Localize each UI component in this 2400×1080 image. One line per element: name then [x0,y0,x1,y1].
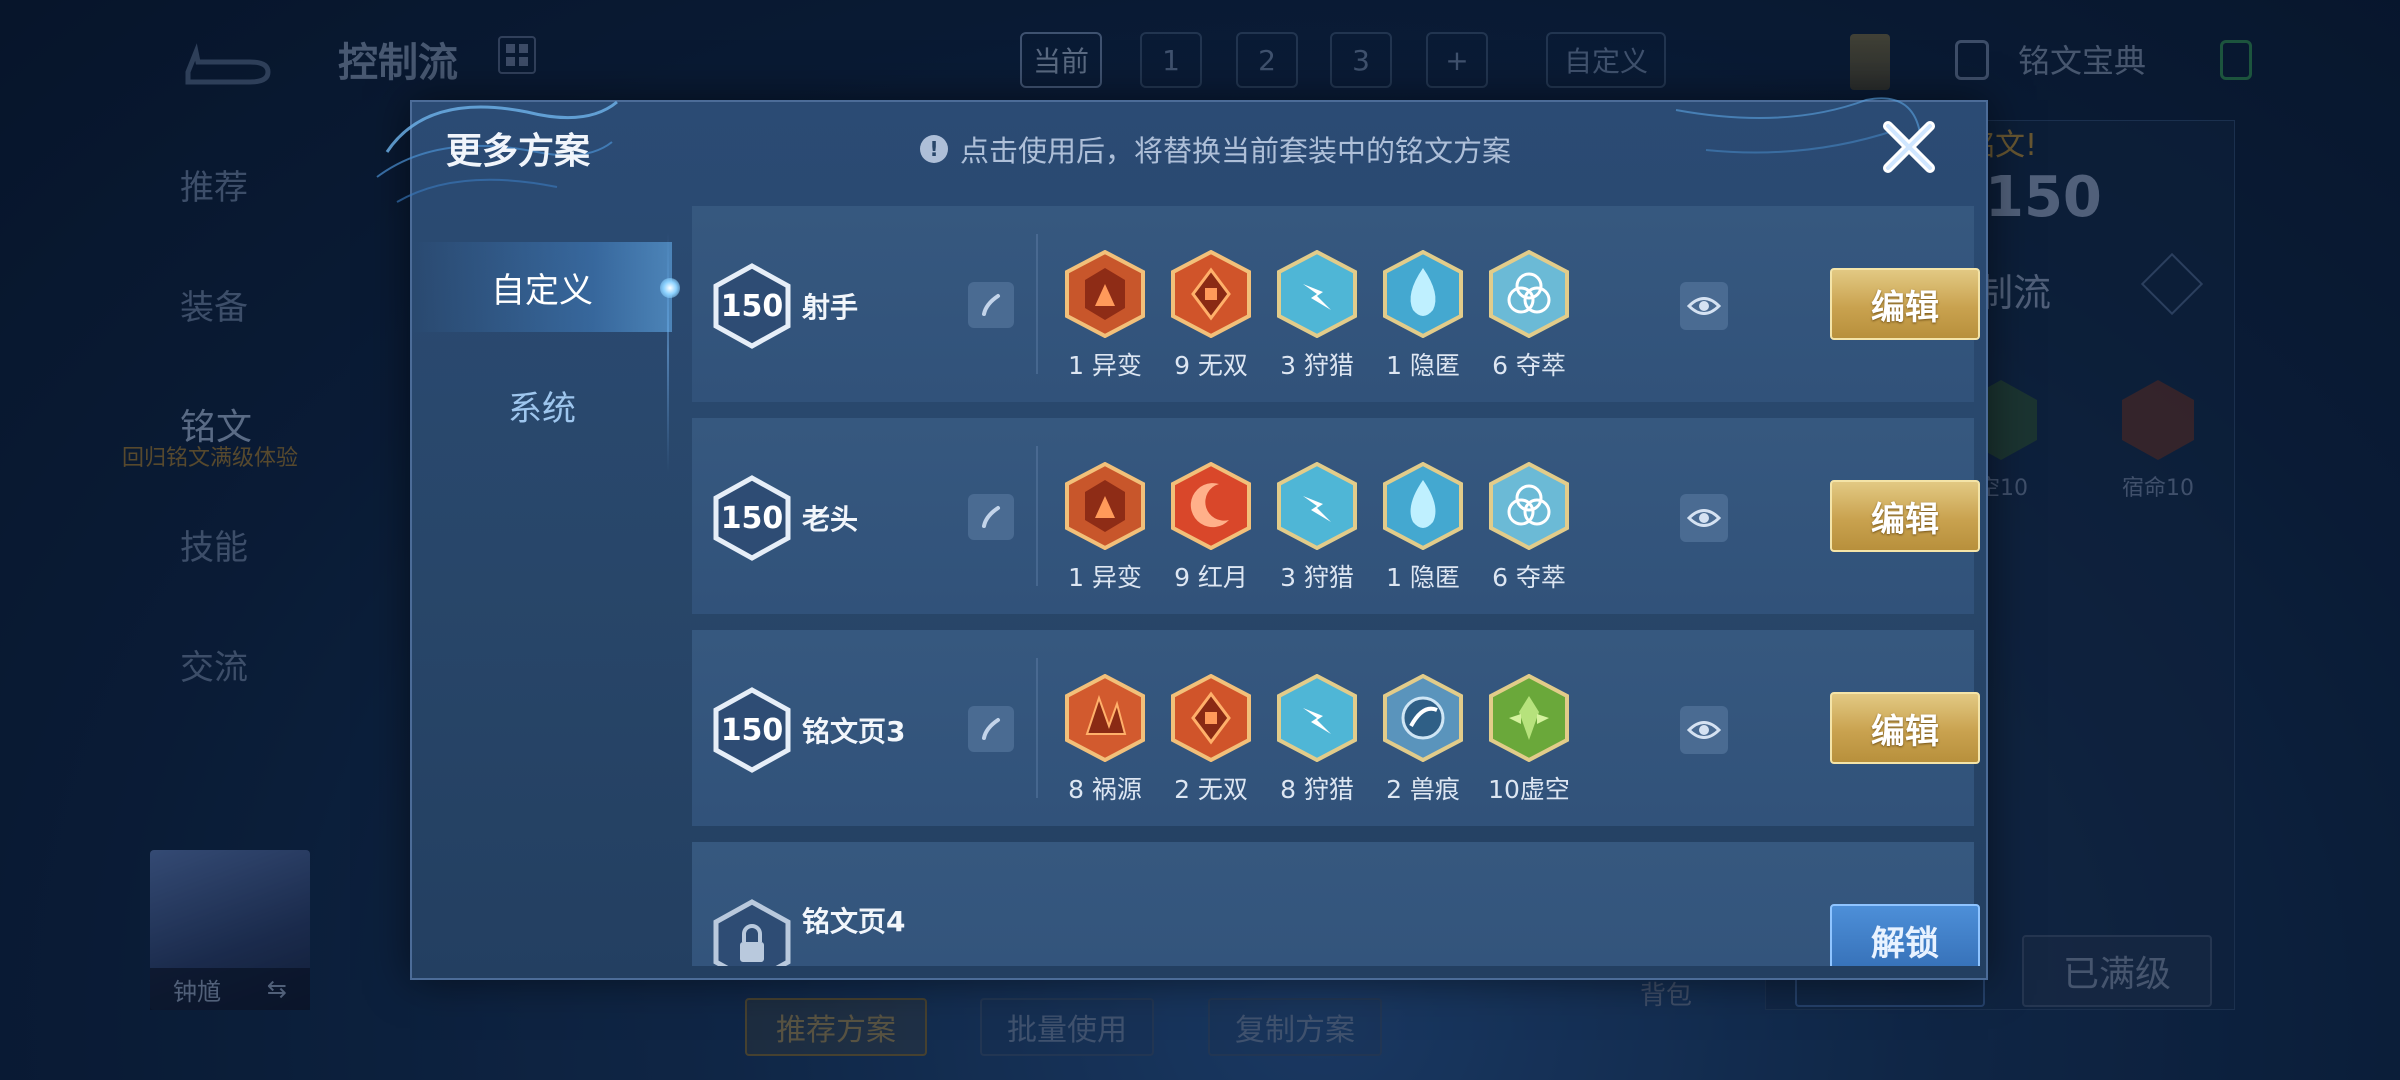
rune-slot[interactable]: 8 祸源 [1060,674,1150,806]
notice-text: 点击使用后，将替换当前套装中的铭文方案 [960,134,1512,168]
modal-title: 更多方案 [446,131,591,172]
page-name: 老头 [802,503,859,536]
rune-slot[interactable]: 3 狩猎 [1272,250,1362,382]
level-text: 150 [720,288,784,324]
rune-label: 1 隐匿 [1386,563,1460,592]
lock-icon [713,899,791,966]
rename-button[interactable] [968,282,1014,328]
rune-label: 3 狩猎 [1280,563,1354,592]
rune-label: 1 隐匿 [1386,351,1460,380]
unlock-button[interactable]: 解锁 [1830,904,1980,966]
rune-label: 6 夺萃 [1492,351,1566,380]
rune-blue-yinni-icon [1383,462,1463,550]
level-text: 150 [720,712,784,748]
rune-page-row[interactable]: 150 铭文页3 8 祸源 2 无双 8 狩猎 2 兽痕 10虚空 编辑 [692,630,1980,826]
rune-slot[interactable]: 1 隐匿 [1378,462,1468,594]
edit-button[interactable]: 编辑 [1830,268,1980,340]
tab-custom-pages[interactable]: 自定义 [412,242,672,332]
rune-slot[interactable]: 9 红月 [1166,462,1256,594]
rune-slot[interactable]: 1 隐匿 [1378,250,1468,382]
rune-label: 9 红月 [1174,563,1248,592]
rune-blue-shoulie-icon [1277,674,1357,762]
active-tab-indicator [660,278,680,298]
rune-page-row[interactable]: 150 射手 1 异变 9 无双 3 狩猎 1 隐匿 6 夺萃 编辑 [692,206,1980,402]
pencil-icon [982,294,1000,316]
rune-blue-shoulie-icon [1277,250,1357,338]
preview-button[interactable] [1680,282,1728,330]
rune-red-yibian-icon [1065,462,1145,550]
rune-slot[interactable]: 2 无双 [1166,674,1256,806]
eye-icon [1687,721,1721,739]
preview-button[interactable] [1680,494,1728,542]
close-button[interactable] [1878,116,1940,178]
edit-button[interactable]: 编辑 [1830,480,1980,552]
rune-label: 2 兽痕 [1386,775,1460,804]
rune-blue-duocui-icon [1489,462,1569,550]
rune-label: 1 异变 [1068,563,1142,592]
modal-notice: ! 点击使用后，将替换当前套装中的铭文方案 [920,128,1511,170]
page-name: 铭文页4 [802,905,906,938]
rune-blue-yinni-icon [1383,250,1463,338]
pencil-icon [982,718,1000,740]
level-badge: 150 [712,262,792,350]
rune-label: 2 无双 [1174,775,1248,804]
rune-slot[interactable]: 2 兽痕 [1378,674,1468,806]
row-divider [1036,234,1038,374]
rune-slot[interactable]: 6 夺萃 [1484,462,1574,594]
rename-button[interactable] [968,706,1014,752]
row-divider [1036,446,1038,586]
rune-slot[interactable]: 1 异变 [1060,250,1150,382]
rune-page-row-locked[interactable]: 铭文页4 解锁 [692,842,1980,966]
close-icon [1883,121,1935,173]
rune-slot[interactable]: 3 狩猎 [1272,462,1362,594]
rune-label: 9 无双 [1174,351,1248,380]
rune-page-row[interactable]: 150 老头 1 异变 9 红月 3 狩猎 1 隐匿 6 夺萃 编辑 [692,418,1980,614]
rune-red-wushuang-icon [1171,250,1251,338]
rune-page-list[interactable]: 150 射手 1 异变 9 无双 3 狩猎 1 隐匿 6 夺萃 编辑 150 老… [680,206,1980,966]
rune-label: 8 狩猎 [1280,775,1354,804]
eye-icon [1687,509,1721,527]
rune-blue-shouhen-icon [1383,674,1463,762]
rune-label: 6 夺萃 [1492,563,1566,592]
row-divider [1036,658,1038,798]
eye-icon [1687,297,1721,315]
page-name: 射手 [802,291,859,324]
rune-label: 1 异变 [1068,351,1142,380]
more-schemes-modal: 更多方案 ! 点击使用后，将替换当前套装中的铭文方案 自定义 系统 150 射手 [376,97,1988,980]
rune-slot[interactable]: 6 夺萃 [1484,250,1574,382]
rune-blue-shoulie-icon [1277,462,1357,550]
page-name: 铭文页3 [802,715,906,748]
level-badge: 150 [712,474,792,562]
lock-badge [712,898,792,966]
rune-label: 3 狩猎 [1280,351,1354,380]
edit-button[interactable]: 编辑 [1830,692,1980,764]
rune-red-huoyuan-icon [1065,674,1145,762]
rune-green-xukong-icon [1489,674,1569,762]
level-text: 150 [720,500,784,536]
rune-slot[interactable]: 8 狩猎 [1272,674,1362,806]
rune-red-yibian-icon [1065,250,1145,338]
rune-red-wushuang-icon [1171,674,1251,762]
rune-slot[interactable]: 1 异变 [1060,462,1150,594]
info-icon: ! [920,135,948,163]
rune-slot[interactable]: 9 无双 [1166,250,1256,382]
rune-blue-duocui-icon [1489,250,1569,338]
rune-label: 10虚空 [1488,775,1570,804]
pencil-icon [982,506,1000,528]
tab-system-pages[interactable]: 系统 [412,360,672,450]
level-badge: 150 [712,686,792,774]
rune-slot[interactable]: 10虚空 [1484,674,1574,806]
preview-button[interactable] [1680,706,1728,754]
rune-red-hongyue-icon [1171,462,1251,550]
rename-button[interactable] [968,494,1014,540]
rune-label: 8 祸源 [1068,775,1142,804]
